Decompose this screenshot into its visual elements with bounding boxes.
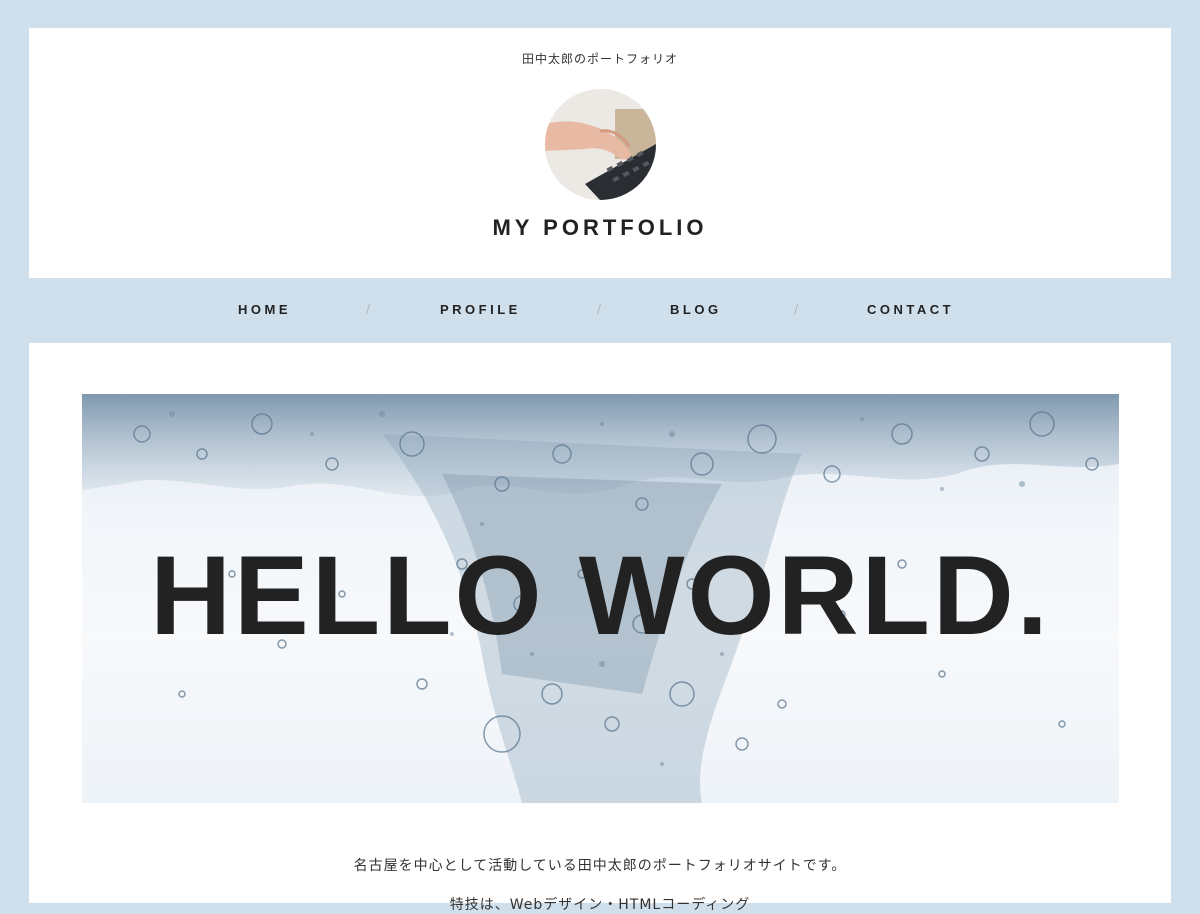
keyboard-hand-icon xyxy=(545,89,656,200)
site-title[interactable]: MY PORTFOLIO xyxy=(29,215,1171,241)
hero-banner: HELLO WORLD. xyxy=(82,394,1119,803)
nav-separator: / xyxy=(366,302,371,316)
main-content: HELLO WORLD. 名古屋を中心として活動している田中太郎のポートフォリオ… xyxy=(29,343,1171,913)
nav-separator: / xyxy=(794,302,799,316)
main-nav: HOME / PROFILE / BLOG / CONTACT xyxy=(29,278,1171,343)
intro-text: 名古屋を中心として活動している田中太郎のポートフォリオサイトです。 xyxy=(353,858,847,874)
avatar[interactable] xyxy=(545,89,656,200)
nav-item-contact[interactable]: CONTACT xyxy=(867,302,954,317)
nav-separator: / xyxy=(597,302,602,316)
hero-title: HELLO WORLD. xyxy=(150,533,1051,658)
site-header: 田中太郎のポートフォリオ MY PORTFOLIO xyxy=(29,28,1171,278)
intro-text-2: 特技は、Webデザイン・HTMLコーディング xyxy=(449,897,751,913)
nav-item-profile[interactable]: PROFILE xyxy=(440,302,521,317)
site-tagline: 田中太郎のポートフォリオ xyxy=(521,52,678,66)
nav-item-blog[interactable]: BLOG xyxy=(670,302,722,317)
nav-item-home[interactable]: HOME xyxy=(238,302,291,317)
